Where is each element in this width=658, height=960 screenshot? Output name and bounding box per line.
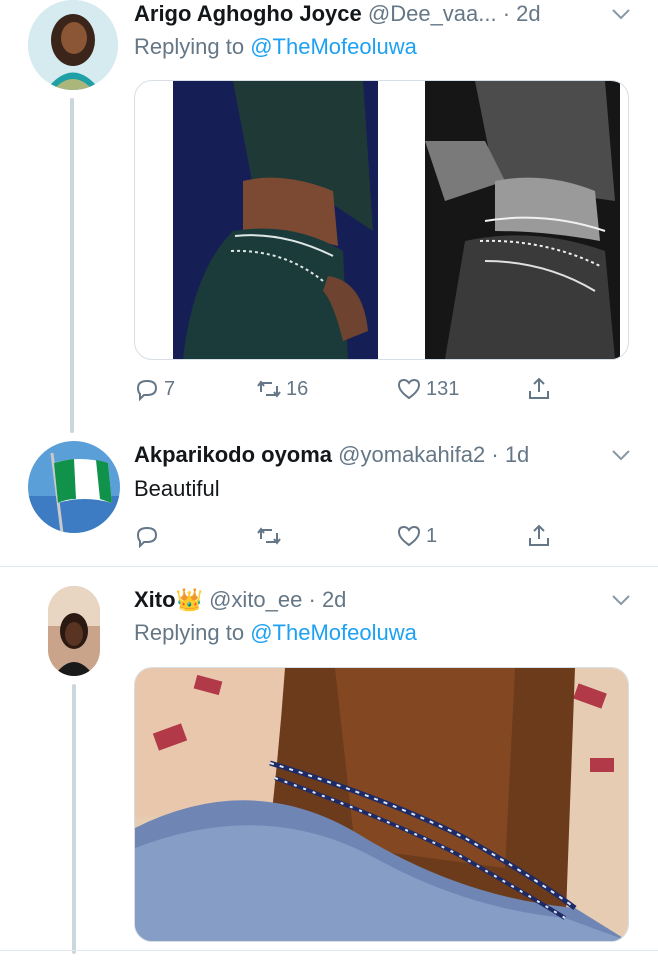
media-photo[interactable] (134, 667, 629, 942)
heart-icon (397, 378, 421, 400)
display-name[interactable]: Xito (134, 587, 176, 612)
share-icon (529, 524, 549, 546)
replying-to-handle[interactable]: @TheMofeoluwa (250, 620, 417, 645)
tweet-header: Xito👑 @xito_ee · 2d (134, 586, 346, 614)
retweet-icon (257, 380, 281, 398)
tweet-actions: 1 (134, 521, 564, 551)
replying-to: Replying to @TheMofeoluwa (134, 620, 417, 645)
tweet-divider (0, 566, 658, 567)
tweet-text: Beautiful (134, 476, 220, 501)
tweet-actions: 7 16 131 (134, 374, 564, 404)
share-button[interactable] (526, 374, 552, 404)
avatar[interactable] (28, 0, 118, 90)
reply-icon (136, 526, 158, 549)
replying-to: Replying to @TheMofeoluwa (134, 34, 417, 59)
like-count: 131 (426, 377, 460, 400)
crown-emoji: 👑 (175, 587, 203, 612)
bottom-divider (0, 950, 658, 951)
handle[interactable]: @yomakahifa2 (338, 442, 485, 467)
replying-to-handle[interactable]: @TheMofeoluwa (250, 34, 417, 59)
like-button[interactable]: 1 (396, 521, 437, 551)
avatar[interactable] (28, 441, 120, 533)
media-photo-1[interactable] (173, 81, 378, 359)
reply-count: 7 (164, 377, 176, 400)
retweet-count: 16 (286, 377, 309, 400)
like-count: 1 (426, 524, 438, 547)
avatar[interactable] (48, 586, 100, 676)
handle[interactable]: @xito_ee (209, 587, 302, 612)
like-button[interactable]: 131 (396, 374, 459, 404)
chevron-down-icon[interactable] (611, 593, 631, 607)
reply-button[interactable]: 7 (134, 374, 175, 404)
thread-line (72, 684, 76, 954)
tweet-header: Akparikodo oyoma @yomakahifa2 · 1d (134, 441, 529, 469)
reply-button[interactable] (134, 521, 164, 551)
media-grid[interactable] (134, 80, 629, 360)
share-icon (529, 377, 549, 399)
display-name[interactable]: Arigo Aghogho Joyce (134, 1, 362, 26)
media-photo-2[interactable] (425, 81, 620, 359)
tweet-2[interactable]: Akparikodo oyoma @yomakahifa2 · 1d Beaut… (0, 435, 658, 565)
tweet-1[interactable]: Arigo Aghogho Joyce @Dee_vaa... · 2d Rep… (0, 0, 658, 433)
tweet-3[interactable]: Xito👑 @xito_ee · 2d Replying to @TheMofe… (0, 580, 658, 960)
heart-icon (397, 525, 421, 547)
thread-line (70, 98, 74, 433)
tweet-header: Arigo Aghogho Joyce @Dee_vaa... · 2d (134, 0, 541, 28)
retweet-button[interactable]: 16 (256, 374, 308, 404)
chevron-down-icon[interactable] (611, 7, 631, 21)
handle[interactable]: @Dee_vaa... (368, 1, 497, 26)
timestamp[interactable]: · 1d (491, 442, 529, 467)
display-name[interactable]: Akparikodo oyoma (134, 442, 332, 467)
retweet-icon (257, 527, 281, 545)
retweet-button[interactable] (256, 521, 286, 551)
reply-icon (136, 379, 158, 402)
timestamp[interactable]: · 2d (503, 1, 541, 26)
timestamp[interactable]: · 2d (309, 587, 347, 612)
share-button[interactable] (526, 521, 552, 551)
chevron-down-icon[interactable] (611, 448, 631, 462)
